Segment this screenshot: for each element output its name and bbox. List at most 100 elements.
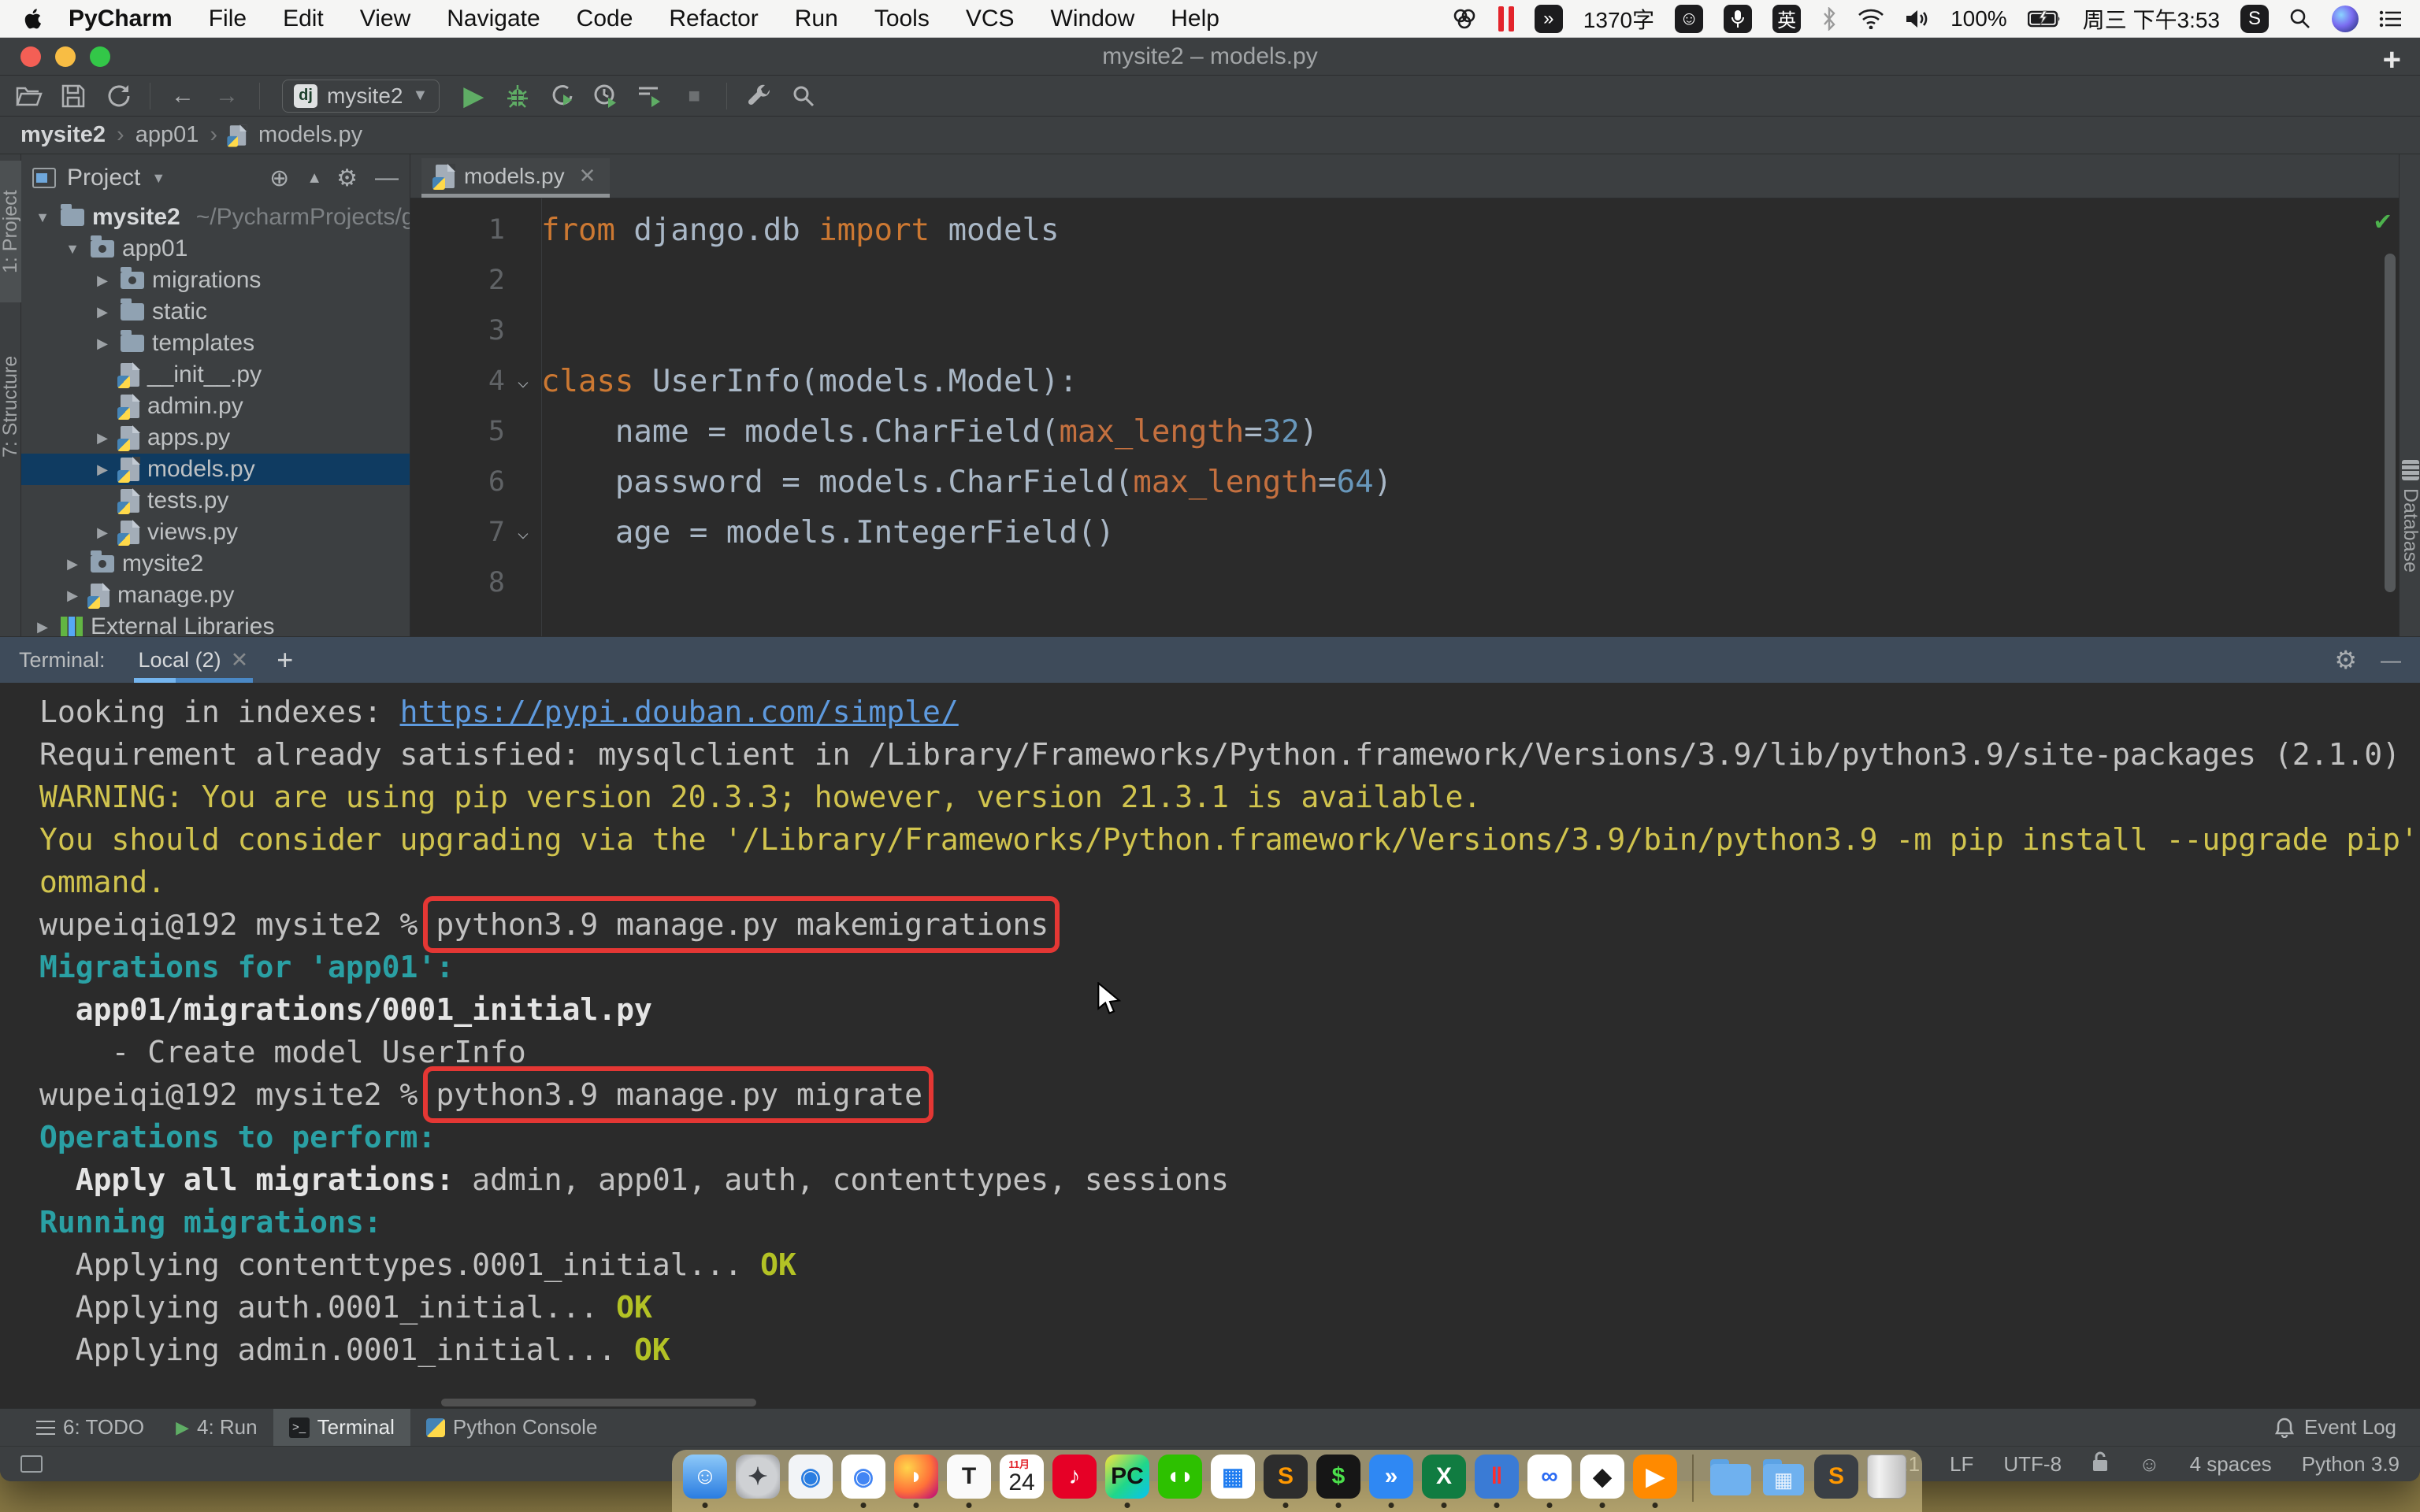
menu-navigate[interactable]: Navigate xyxy=(429,0,558,38)
tree-item-manage-py[interactable]: ▶manage.py xyxy=(21,580,410,611)
bluetooth-icon[interactable] xyxy=(1821,7,1837,31)
chevron-down-icon[interactable]: ▼ xyxy=(151,170,165,187)
editor-tab-models-py[interactable]: models.py ✕ xyxy=(421,158,610,198)
dock-trash-icon[interactable] xyxy=(1867,1455,1911,1499)
hide-terminal-icon[interactable]: — xyxy=(2381,648,2401,673)
editor-scrollbar[interactable] xyxy=(2385,254,2396,592)
toolwindow-project-button[interactable]: 1: Project xyxy=(0,161,21,302)
menu-help[interactable]: Help xyxy=(1152,0,1238,38)
tree-collapsed-arrow-icon[interactable]: ▶ xyxy=(32,619,53,636)
code-line[interactable]: 8 xyxy=(410,558,2399,608)
terminal-tab-local[interactable]: Local (2) ✕ xyxy=(134,637,254,683)
menu-file[interactable]: File xyxy=(191,0,265,38)
gear-icon[interactable]: ⚙ xyxy=(336,165,358,192)
tree-collapsed-arrow-icon[interactable]: ▶ xyxy=(92,335,113,352)
toolwindow-button-terminal[interactable]: >_Terminal xyxy=(273,1409,410,1447)
code-line[interactable]: 4⌵class UserInfo(models.Model): xyxy=(410,356,2399,406)
clock-label[interactable]: 周三 下午3:53 xyxy=(2083,3,2220,35)
dock-keynote-icon[interactable]: ▦ xyxy=(1211,1455,1255,1499)
run-configuration-select[interactable]: dj mysite2 ▼ xyxy=(282,80,440,113)
lock-icon[interactable] xyxy=(2092,1451,2109,1478)
mic-icon[interactable] xyxy=(1724,5,1752,33)
tree-item-static[interactable]: ▶static xyxy=(21,296,410,328)
word-count-label[interactable]: 1370字 xyxy=(1583,3,1654,35)
dock-typora-icon[interactable]: T xyxy=(947,1455,991,1499)
run-coverage-button[interactable] xyxy=(544,80,580,112)
back-icon[interactable]: ← xyxy=(165,80,201,112)
tree-item-admin-py[interactable]: admin.py xyxy=(21,391,410,422)
dock-cloud-drive-icon[interactable]: ∞ xyxy=(1527,1455,1572,1499)
menu-run[interactable]: Run xyxy=(777,0,856,38)
save-all-icon[interactable] xyxy=(55,80,91,112)
dock-folder-documents-icon[interactable] xyxy=(1709,1455,1753,1499)
hide-panel-icon[interactable]: — xyxy=(375,165,399,191)
breadcrumb-item-app01[interactable]: app01 xyxy=(135,122,199,148)
tree-expanded-arrow-icon[interactable]: ▼ xyxy=(62,241,83,258)
terminal-output[interactable]: Looking in indexes: https://pypi.douban.… xyxy=(0,683,2420,1408)
open-folder-icon[interactable] xyxy=(11,80,47,112)
profiler-button[interactable] xyxy=(588,80,624,112)
dock-chrome-icon[interactable]: ◉ xyxy=(841,1455,885,1499)
spotlight-icon[interactable] xyxy=(2289,8,2311,30)
event-log-button[interactable]: Event Log xyxy=(2274,1415,2420,1440)
siri-icon[interactable] xyxy=(2332,6,2359,32)
reader-mode-icon[interactable]: ☺ xyxy=(2139,1452,2160,1477)
menu-vcs[interactable]: VCS xyxy=(948,0,1033,38)
tree-expanded-arrow-icon[interactable]: ▼ xyxy=(32,209,53,226)
terminal-settings-gear-icon[interactable]: ⚙ xyxy=(2334,645,2357,675)
close-tab-icon[interactable]: ✕ xyxy=(579,164,596,188)
dock-pycharm-icon[interactable]: PC xyxy=(1105,1455,1149,1499)
dock-netease-music-icon[interactable]: ♪ xyxy=(1052,1455,1097,1499)
code-area[interactable]: ✔ 1from django.db import models234⌵class… xyxy=(410,198,2399,636)
dock-launchpad-icon[interactable]: ✦ xyxy=(736,1455,780,1499)
dock-firefox-icon[interactable]: ◗ xyxy=(894,1455,938,1499)
dock-parallels-icon[interactable]: ‖ xyxy=(1475,1455,1519,1499)
menu-window[interactable]: Window xyxy=(1033,0,1153,38)
menu-view[interactable]: View xyxy=(342,0,429,38)
toolwindow-button-python-console[interactable]: Python Console xyxy=(410,1409,614,1447)
dock-sublime-text-icon[interactable]: S xyxy=(1264,1455,1308,1499)
tree-collapsed-arrow-icon[interactable]: ▶ xyxy=(92,272,113,289)
dock-wechat-icon[interactable]: ◖◗ xyxy=(1158,1455,1202,1499)
tree-item-migrations[interactable]: ▶migrations xyxy=(21,265,410,296)
menu-edit[interactable]: Edit xyxy=(265,0,342,38)
dock-calendar-icon[interactable]: 11月24 xyxy=(1000,1455,1044,1499)
search-everywhere-icon[interactable] xyxy=(785,80,822,112)
dock-tie-app-icon[interactable]: ◆ xyxy=(1580,1455,1624,1499)
terminal-hscrollbar[interactable] xyxy=(441,1399,756,1406)
tree-item-mysite2[interactable]: ▼mysite2~/PycharmProjects/gx xyxy=(21,202,410,233)
fold-marker-icon[interactable]: ⌵ xyxy=(505,370,541,392)
overlapping-circles-icon[interactable] xyxy=(1451,7,1478,31)
locate-file-icon[interactable]: ⊕ xyxy=(269,165,289,192)
input-language-icon[interactable]: 英 xyxy=(1772,5,1801,33)
tree-item-templates[interactable]: ▶templates xyxy=(21,328,410,359)
pypi-link[interactable]: https://pypi.douban.com/simple/ xyxy=(400,695,959,729)
dock-folder-dark-sublime-icon[interactable]: S xyxy=(1814,1455,1858,1499)
tree-item-views-py[interactable]: ▶views.py xyxy=(21,517,410,548)
toolwindow-button-4-run[interactable]: ▶4: Run xyxy=(160,1409,273,1447)
toolwindow-database-button[interactable]: Database xyxy=(2400,414,2420,619)
shottr-icon[interactable]: S xyxy=(2240,5,2269,33)
sync-icon[interactable] xyxy=(99,80,135,112)
dock-safari-icon[interactable]: ◉ xyxy=(789,1455,833,1499)
close-terminal-tab-icon[interactable]: ✕ xyxy=(231,648,249,673)
new-tab-icon[interactable]: + xyxy=(2383,43,2401,78)
debug-button[interactable] xyxy=(499,80,536,112)
tree-item--init-py[interactable]: __init__.py xyxy=(21,359,410,391)
wrench-icon[interactable] xyxy=(741,80,778,112)
code-line[interactable]: 5 name = models.CharField(max_length=32) xyxy=(410,406,2399,457)
new-terminal-session-icon[interactable]: + xyxy=(277,643,293,676)
dock-tv-app-icon[interactable]: ▶ xyxy=(1633,1455,1677,1499)
tree-item-mysite2[interactable]: ▶mysite2 xyxy=(21,548,410,580)
tree-collapsed-arrow-icon[interactable]: ▶ xyxy=(92,304,113,321)
tree-item-apps-py[interactable]: ▶apps.py xyxy=(21,422,410,454)
tree-item-app01[interactable]: ▼app01 xyxy=(21,233,410,265)
run-button[interactable]: ▶ xyxy=(455,80,492,112)
dock-excel-icon[interactable]: X xyxy=(1422,1455,1466,1499)
dock-dingtalk-icon[interactable]: » xyxy=(1369,1455,1413,1499)
tree-item-external-libraries[interactable]: ▶External Libraries xyxy=(21,611,410,636)
menu-pycharm[interactable]: PyCharm xyxy=(50,0,191,38)
tree-item-tests-py[interactable]: tests.py xyxy=(21,485,410,517)
python-interpreter[interactable]: Python 3.9 xyxy=(2302,1452,2400,1477)
tree-item-models-py[interactable]: ▶models.py xyxy=(21,454,410,485)
